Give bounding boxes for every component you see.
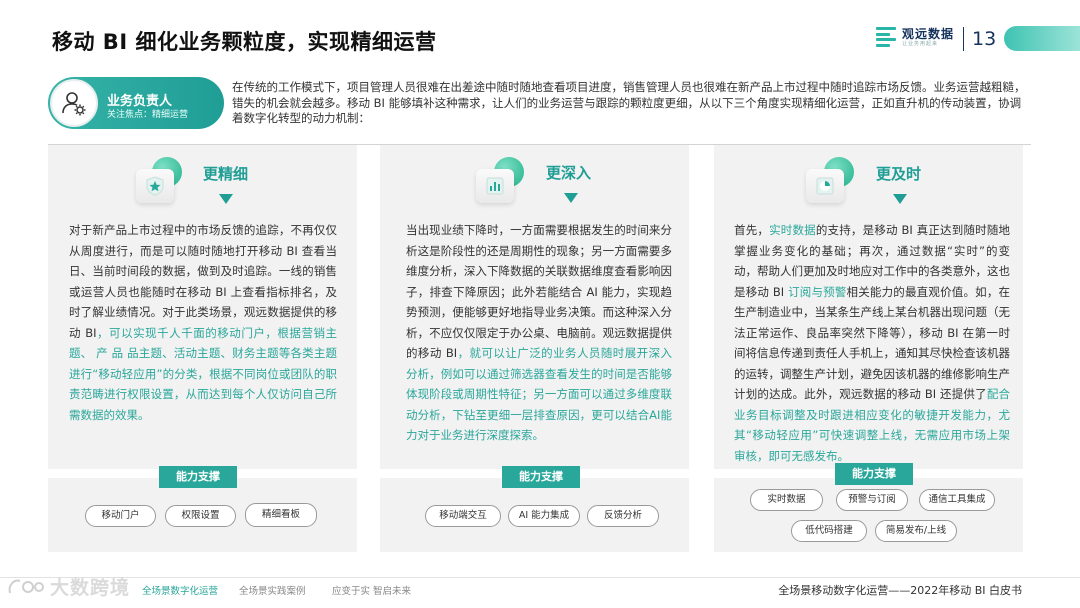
- watermark-logo-icon: [8, 579, 44, 593]
- tag-mobile-portal: 移动门户: [85, 505, 156, 527]
- brand-logo-icon: [876, 27, 896, 47]
- tag-permission-settings: 权限设置: [165, 505, 236, 527]
- user-gear-icon: [50, 79, 98, 127]
- brand-name: 观远数据: [902, 26, 955, 41]
- bar-chart-icon: [470, 157, 526, 203]
- tag-alert-subscription: 预警与订阅: [836, 489, 908, 511]
- intro-paragraph: 在传统的工作模式下，项目管理人员很难在出差途中随时随地查看项目进度，销售管理人员…: [232, 80, 1026, 125]
- capability-tab: 能力支撑: [835, 463, 913, 485]
- tag-comms-integration: 通信工具集成: [919, 489, 995, 511]
- page-number: 13: [972, 28, 997, 50]
- role-focus: 关注焦点：精细运营: [107, 110, 189, 120]
- card-heading: 更深入: [546, 164, 592, 182]
- watermark-text: 大数跨境: [50, 577, 131, 599]
- footer-nav-item[interactable]: 全场景数字化运营: [142, 583, 218, 597]
- tag-ai-integration: AI 能力集成: [508, 505, 580, 527]
- tag-mobile-interaction: 移动端交互: [425, 505, 501, 527]
- brand-logo: 观远数据 让业务用起来: [876, 27, 954, 47]
- card-heading: 更及时: [876, 165, 922, 183]
- tag-low-code: 低代码搭建: [791, 520, 867, 542]
- tag-refined-dashboard: 精细看板: [245, 503, 317, 527]
- card-heading: 更精细: [203, 165, 249, 183]
- footer-document-title: 全场景移动数字化运营——2022年移动 BI 白皮书: [778, 584, 1022, 597]
- footer-nav-item[interactable]: 应变于实 智启未来: [332, 583, 411, 597]
- triangle-down-icon: [219, 194, 233, 204]
- card-body: 对于新产品上市过程中的市场反馈的追踪，不再仅仅从周度进行，而是可以随时随地打开移…: [69, 223, 338, 422]
- tag-realtime-data: 实时数据: [750, 489, 823, 511]
- card-body: 当出现业绩下降时，一方面需要根据发生的时间来分析这是阶段性的还是周期性的现象；另…: [406, 223, 673, 442]
- footer-divider: [0, 577, 1080, 578]
- footer-nav-item[interactable]: 全场景实践案例: [239, 583, 306, 597]
- watermark: 大数跨境: [6, 573, 130, 600]
- page-title: 移动 BI 细化业务颗粒度，实现精细运营: [52, 30, 437, 54]
- capability-tab: 能力支撑: [159, 466, 237, 488]
- card-body: 首先，实时数据的支持，是移动 BI 真正达到随时随地掌握业务变化的基础；再次，通…: [734, 223, 1011, 463]
- triangle-down-icon: [893, 194, 907, 204]
- star-badge-icon: [130, 157, 186, 203]
- tag-feedback-analysis: 反馈分析: [587, 505, 659, 527]
- page-number-pill: [1004, 26, 1080, 51]
- capability-tab: 能力支撑: [502, 466, 580, 488]
- brand-slogan: 让业务用起来: [902, 40, 939, 47]
- header-divider: [963, 27, 964, 51]
- tag-easy-publish: 简易发布/上线: [875, 520, 957, 542]
- pie-chart-icon: [800, 157, 856, 203]
- triangle-down-icon: [564, 193, 578, 203]
